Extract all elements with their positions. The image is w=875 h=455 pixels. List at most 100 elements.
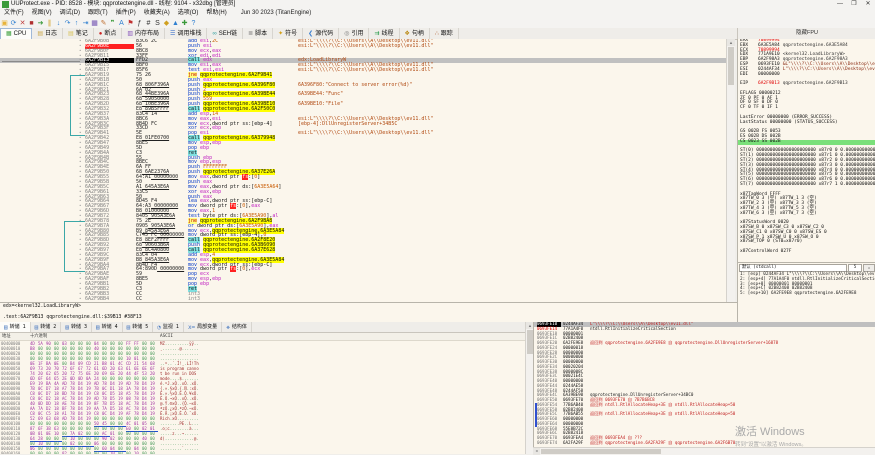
tab-跟踪[interactable]: ∴跟踪 (430, 28, 459, 39)
function-icon[interactable]: ƒ (135, 19, 144, 28)
minimize-button[interactable]: — (833, 0, 847, 9)
dump-tab-label: 监视 1 (163, 323, 179, 332)
step-over-icon[interactable]: ↷ (63, 19, 72, 28)
dump-tab-转储4[interactable]: ▤转储 4 (92, 322, 123, 332)
dump-header-hex: 十六进制 (30, 333, 47, 340)
tab-引用[interactable]: ◎引用 (339, 28, 369, 39)
tab-句柄[interactable]: ❖句柄 (400, 28, 430, 39)
menu-item-D[interactable]: 调试(D) (56, 9, 84, 18)
string-refs-icon[interactable]: S (153, 19, 162, 28)
restore-button[interactable]: ❐ (847, 0, 861, 9)
register-line[interactable]: x87ControlWord 027F (738, 250, 875, 255)
dump-tab-label: 转储 5 (132, 323, 148, 332)
pause-icon[interactable]: ∥ (45, 19, 54, 28)
dump-tab-label: 局部变量 (197, 323, 217, 332)
register-name: EIP (740, 82, 758, 87)
日志-tab-icon: ▤ (37, 29, 43, 39)
stack-row[interactable]: 0693FE746A2FA29F返回到 qqprotectengine.6A2F… (534, 441, 875, 446)
dump-tab-转储5[interactable]: ▤转储 5 (123, 322, 154, 332)
tab-断点[interactable]: ●断点 (94, 28, 123, 39)
patches-icon[interactable]: ✎ (99, 19, 108, 28)
tab-CPU[interactable]: ▦CPU (0, 28, 32, 39)
lock-icon[interactable]: ◆ (162, 19, 171, 28)
disassembly-pane[interactable]: •6A2F9B0B83C6 2Cadd esi,2Cesi:L"\\\\?\\C… (0, 39, 726, 302)
scroll-up-icon[interactable]: ▲ (727, 39, 735, 46)
stack-pane[interactable]: 0693FE100244AF34L"\\\\?\\C:\\Users\\A\\D… (533, 322, 875, 447)
arguments-pane[interactable]: 默认 (stdcall) 5 ☐ 1: [esp] 0244AF34 L"\\\… (737, 262, 875, 323)
tab-源代码[interactable]: ❮源代码 (303, 28, 339, 39)
tab-label: 符号 (285, 29, 297, 39)
scrollbar-thumb[interactable] (541, 449, 661, 454)
argument-row[interactable]: 5: [esp+10] 6A2FE9E8 qqprotectengine.6A2… (738, 292, 875, 297)
dump-tab-icon: ◔ (157, 323, 161, 332)
tab-线程[interactable]: ⇉线程 (369, 28, 399, 39)
tab-SEH链[interactable]: ∞SEH链 (207, 28, 243, 39)
label-icon[interactable]: A (117, 19, 126, 28)
menu-item-O[interactable]: 选项(O) (174, 9, 203, 18)
dump-tab-icon: ▤ (35, 323, 39, 332)
符号-tab-icon: ✦ (278, 29, 283, 39)
stack-value: 6A2FA29F (563, 441, 588, 446)
restart-icon[interactable]: ⟳ (9, 19, 18, 28)
tab-label: 内存布局 (135, 29, 159, 39)
hash-icon[interactable]: # (144, 19, 153, 28)
step-into-icon[interactable]: ↓ (54, 19, 63, 28)
settings-icon[interactable]: ✚ (180, 19, 189, 28)
tab-脚本[interactable]: ≣脚本 (243, 28, 273, 39)
run-icon[interactable]: ➜ (36, 19, 45, 28)
tab-调用堆栈[interactable]: ☰调用堆栈 (165, 28, 207, 39)
lock-checkbox[interactable]: ☐ (863, 264, 875, 272)
breakpoint-dot-icon[interactable]: • (79, 297, 84, 302)
dump-tab-转储2[interactable]: ▤转储 2 (31, 322, 62, 332)
tab-label: 断点 (104, 29, 116, 39)
menu-item-V[interactable]: 视图(V) (28, 9, 56, 18)
tab-符号[interactable]: ✦符号 (273, 28, 303, 39)
window-title: UUProtect.exe - PID: 8528 - 模块: qqprotec… (11, 0, 833, 9)
help-icon[interactable]: ? (189, 19, 198, 28)
引用-tab-icon: ◎ (344, 29, 349, 39)
dump-tab-label: 转储 1 (10, 323, 26, 332)
dump-pane[interactable]: ▤转储 1▤转储 2▤转储 3▤转储 4▤转储 5◔监视 1x=局部变量❖结构体… (0, 322, 533, 454)
execute-till-return-icon[interactable]: ⇥ (81, 19, 90, 28)
dump-tabs: ▤转储 1▤转储 2▤转储 3▤转储 4▤转储 5◔监视 1x=局部变量❖结构体 (0, 322, 533, 333)
disasm-row[interactable]: •6A2F9BB4CCint3 (0, 297, 726, 302)
argument-count-spinner[interactable]: 5 (848, 264, 862, 272)
源代码-tab-icon: ❮ (308, 29, 313, 39)
tab-label: 线程 (382, 29, 394, 39)
tab-内存布局[interactable]: ▥内存布局 (122, 28, 165, 39)
dump-tab-结构体[interactable]: ❖结构体 (222, 322, 252, 332)
open-folder-icon[interactable]: ▣ (0, 19, 9, 28)
registers-pane[interactable]: EAX70899994EBX6A3E5A84qqprotectengine.6A… (737, 39, 875, 262)
step-out-icon[interactable]: ↑ (72, 19, 81, 28)
close-button[interactable]: ✕ (861, 0, 875, 9)
bookmark-icon[interactable]: ⚑ (126, 19, 135, 28)
tab-日志[interactable]: ▤日志 (32, 28, 63, 39)
dump-tab-转储3[interactable]: ▤转储 3 (61, 322, 92, 332)
menu-item-F[interactable]: 文件(F) (0, 9, 28, 18)
dump-tab-label: 转储 2 (40, 323, 56, 332)
disassembly-scrollbar[interactable]: ▲ (726, 39, 735, 302)
menu-item-A[interactable]: 收藏夹(A) (140, 9, 174, 18)
memory-map-icon[interactable]: ▦ (90, 19, 99, 28)
dump-rows: 004000004D5A90000300000004000000FFFF0000… (0, 341, 533, 454)
menu-item-H[interactable]: 帮助(H) (202, 9, 230, 18)
stop-icon[interactable]: ■ (27, 19, 36, 28)
app-icon (2, 1, 9, 8)
笔记-tab-icon: ▤ (68, 29, 74, 39)
dump-tab-icon: x= (188, 323, 195, 332)
menu-item-T[interactable]: 跟踪(T) (84, 9, 112, 18)
dump-tab-局部变量[interactable]: x=局部变量 (184, 322, 222, 332)
close-icon[interactable]: ✕ (18, 19, 27, 28)
register-line[interactable]: ST(7) 0000000000000000000000 x87r7 1 0.0… (738, 183, 875, 188)
dump-tab-监视1[interactable]: ◔监视 1 (153, 322, 184, 332)
comment-icon[interactable]: ❞ (108, 19, 117, 28)
info-box: edx=<kernel32.LoadLibraryW> .text:6A2F9B… (0, 302, 737, 324)
tab-笔记[interactable]: ▤笔记 (63, 28, 94, 39)
stack-comment: 返回到 qqprotectengine.6A2FA29F 自 qqprotect… (590, 441, 735, 446)
calling-convention-select[interactable]: 默认 (stdcall) (739, 264, 847, 272)
dump-tab-转储1[interactable]: ▤转储 1 (0, 322, 31, 332)
register-extra: L"\\\\?\\C:\\Users\\A\\Desktop\\ev11.dll… (783, 67, 875, 72)
scrollbar-thumb[interactable] (728, 47, 734, 85)
menu-item-P[interactable]: 插件(P) (112, 9, 140, 18)
graph-icon[interactable]: ▲ (171, 19, 180, 28)
